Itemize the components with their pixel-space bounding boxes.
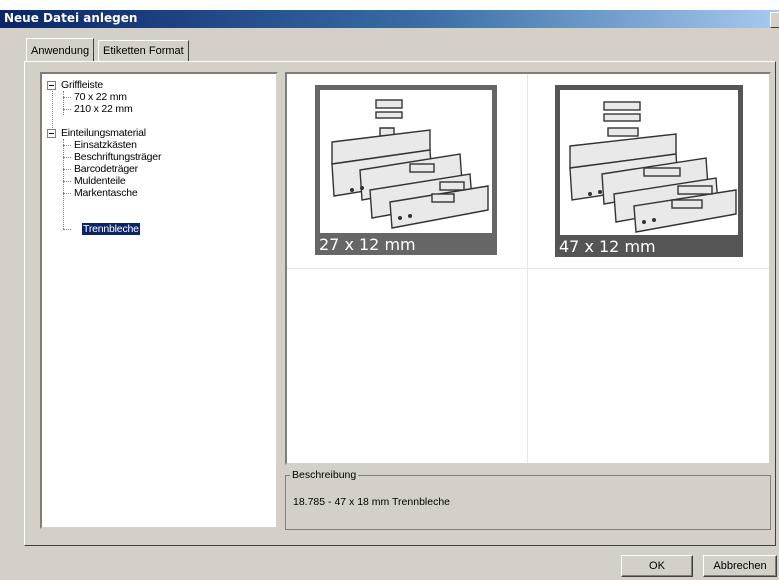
- tree-node-einteilungsmaterial[interactable]: Einteilungsmaterial: [61, 127, 146, 139]
- tree-node-markentasche[interactable]: Markentasche: [74, 187, 138, 199]
- tree-line: [63, 181, 71, 182]
- tree-line: [63, 193, 71, 194]
- tree-node-beschriftungstraeger[interactable]: Beschriftungsträger: [74, 151, 161, 163]
- title-bar[interactable]: Neue Datei anlegen: [0, 0, 779, 28]
- thumbnail-grid: 27 x 12 mm 47 x 12 mm: [285, 72, 771, 465]
- tree-line: [63, 109, 71, 110]
- tree-line: [63, 157, 71, 158]
- thumbnail-27x12[interactable]: 27 x 12 mm: [315, 85, 497, 255]
- tree-node-griffleiste[interactable]: Griffleiste: [61, 79, 103, 91]
- thumbnail-47x12[interactable]: 47 x 12 mm: [555, 85, 743, 257]
- category-tree[interactable]: Griffleiste 70 x 22 mm 210 x 22 mm Einte…: [40, 72, 278, 529]
- tree-line: [52, 88, 53, 134]
- cancel-button[interactable]: Abbrechen: [703, 555, 777, 577]
- thumbnail-caption: 27 x 12 mm: [319, 235, 416, 254]
- tree-node-70x22[interactable]: 70 x 22 mm: [74, 91, 127, 103]
- tree-node-trennbleche[interactable]: Trennbleche: [82, 223, 140, 235]
- close-button[interactable]: [770, 12, 779, 28]
- window-title: Neue Datei anlegen: [4, 11, 138, 25]
- tree-line: [63, 91, 64, 115]
- tree-node-barcodetraeger[interactable]: Barcodeträger: [74, 163, 138, 175]
- rail-drawing-icon: [331, 99, 489, 229]
- tree-node-210x22[interactable]: 210 x 22 mm: [74, 103, 133, 115]
- collapse-icon[interactable]: [47, 81, 56, 90]
- grid-divider: [287, 268, 769, 269]
- description-text: 18.785 - 47 x 18 mm Trennbleche: [293, 496, 451, 508]
- collapse-icon[interactable]: [47, 129, 56, 138]
- tree-line: [63, 139, 64, 229]
- thumbnail-image: [560, 90, 738, 235]
- thumbnail-image: [320, 90, 492, 233]
- tree-node-einsatzkaesten[interactable]: Einsatzkästen: [74, 139, 137, 151]
- tab-etiketten-format[interactable]: Etiketten Format: [98, 40, 189, 61]
- tree-line: [63, 229, 71, 230]
- thumbnail-caption: 47 x 12 mm: [559, 237, 656, 256]
- tab-anwendung[interactable]: Anwendung: [26, 38, 95, 61]
- ok-button[interactable]: OK: [621, 555, 693, 577]
- tree-line: [63, 145, 71, 146]
- description-legend: Beschreibung: [290, 469, 359, 481]
- tree-line: [63, 169, 71, 170]
- rail-drawing-icon: [569, 101, 737, 233]
- tree-node-muldenteile[interactable]: Muldenteile: [74, 175, 126, 187]
- tree-line: [63, 97, 71, 98]
